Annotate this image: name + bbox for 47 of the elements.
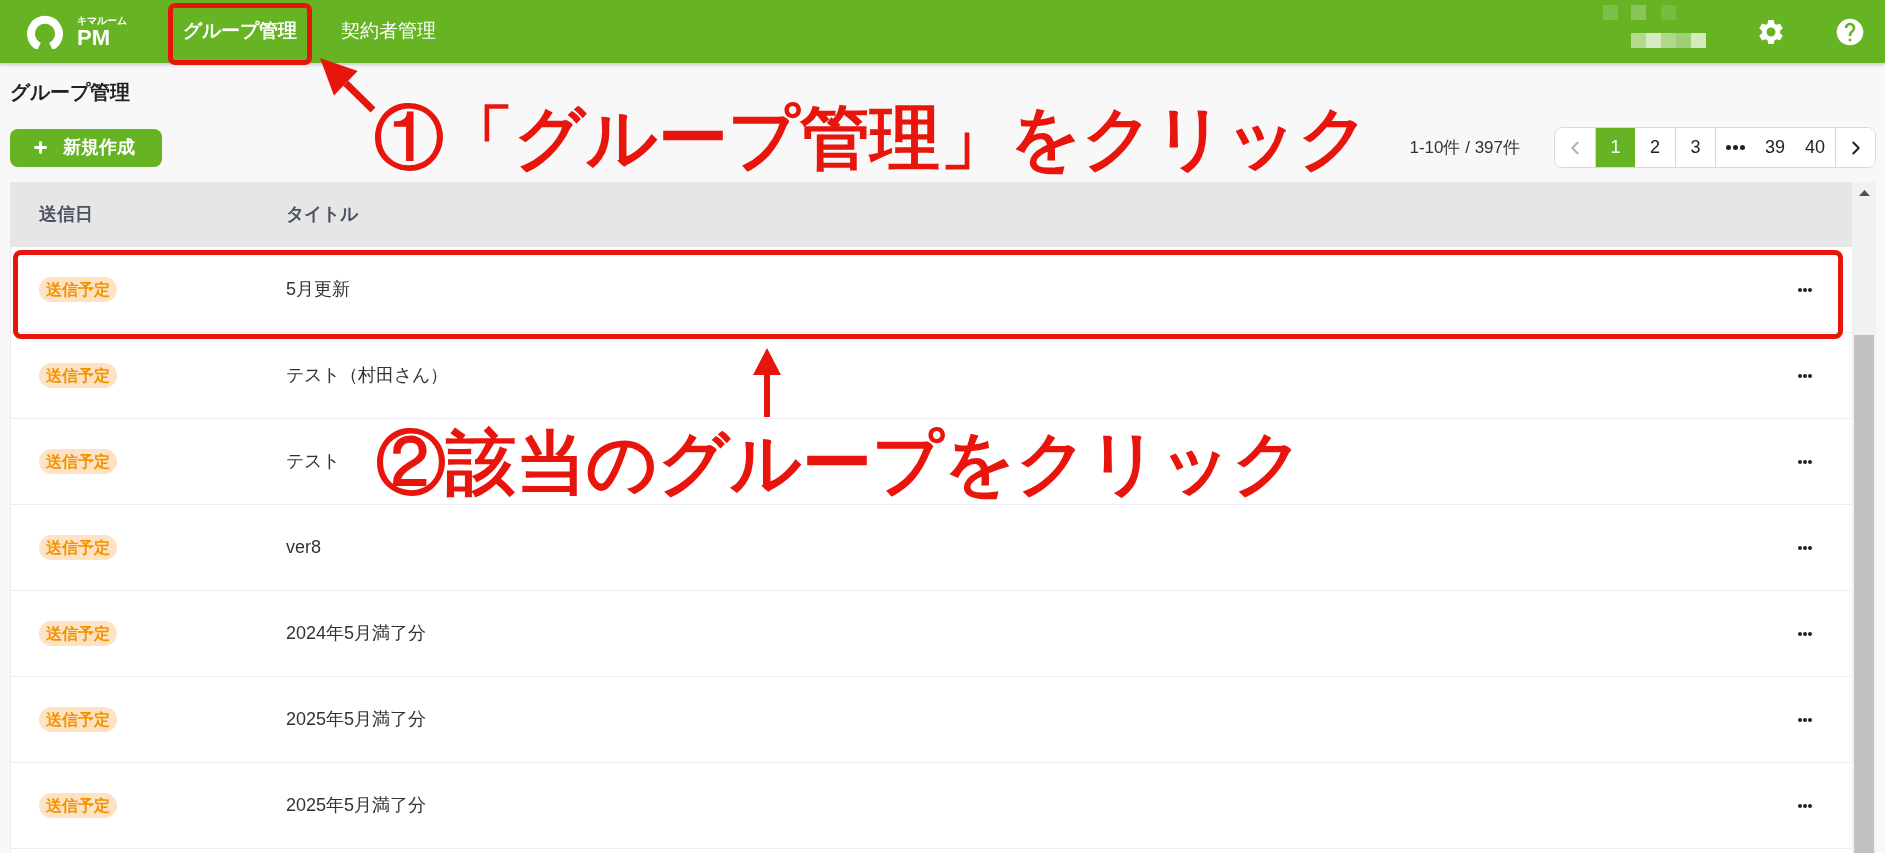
- ellipsis-icon: [1798, 459, 1812, 464]
- table-row[interactable]: 送信予定 ver8: [11, 505, 1852, 591]
- result-count: 1-10件 / 397件: [1409, 136, 1520, 159]
- more-button[interactable]: [1798, 803, 1812, 808]
- status-badge: 送信予定: [39, 621, 117, 646]
- table-cell-text: 5月更新: [286, 278, 350, 301]
- more-button[interactable]: [1798, 459, 1812, 464]
- table-row[interactable]: 送信予定 2025年5月満了分: [11, 677, 1852, 763]
- ellipsis-icon: [1798, 631, 1812, 636]
- table-cell-text: ver8: [286, 536, 321, 559]
- more-button[interactable]: [1798, 545, 1812, 550]
- table-row[interactable]: 送信予定 2024年5月満了分: [11, 591, 1852, 677]
- status-badge: 送信予定: [39, 707, 117, 732]
- table-row[interactable]: 送信予定 2025年5月満了分: [11, 763, 1852, 849]
- page-title: グループ管理: [10, 80, 130, 105]
- more-button[interactable]: [1798, 373, 1812, 378]
- status-badge: 送信予定: [39, 793, 117, 818]
- table-cell-text: 2025年5月満了分: [286, 794, 427, 817]
- table-cell-text: テスト: [286, 450, 340, 473]
- more-button[interactable]: [1798, 287, 1812, 292]
- next-page-button[interactable]: [1835, 128, 1875, 167]
- ellipsis-icon: [1798, 545, 1812, 550]
- annotation-text: ①「グループ管理」をクリック: [374, 103, 1370, 173]
- status-badge: 送信予定: [39, 363, 117, 388]
- ellipsis-icon: [1798, 287, 1812, 292]
- status-badge: 送信予定: [39, 449, 117, 474]
- more-button[interactable]: [1798, 631, 1812, 636]
- logo-caption: キマルーム: [77, 14, 127, 27]
- column-header: タイトル: [286, 203, 358, 226]
- more-button[interactable]: [1798, 717, 1812, 722]
- logo-icon: [27, 14, 63, 49]
- ellipsis-icon: [1726, 145, 1745, 150]
- table-cell-text: 2025年5月満了分: [286, 708, 427, 731]
- scroll-up-arrow-icon[interactable]: [1858, 190, 1870, 196]
- table-cell-text: 2024年5月満了分: [286, 622, 427, 645]
- column-header: 送信日: [39, 203, 94, 226]
- plus-icon: [32, 139, 49, 156]
- status-badge: 送信予定: [39, 277, 117, 302]
- table-cell-text: テスト（村田さん）: [286, 364, 448, 387]
- ellipsis-icon: [1798, 373, 1812, 378]
- status-badge: 送信予定: [39, 535, 117, 560]
- ellipsis-icon: [1798, 803, 1812, 808]
- annotation-text: ②該当のグループをクリック: [376, 428, 1304, 498]
- logo-text: PM: [77, 26, 111, 49]
- scrollbar-thumb[interactable]: [1854, 335, 1874, 853]
- ellipsis-icon: [1798, 717, 1812, 722]
- table-row[interactable]: 送信予定 5月更新: [11, 247, 1852, 333]
